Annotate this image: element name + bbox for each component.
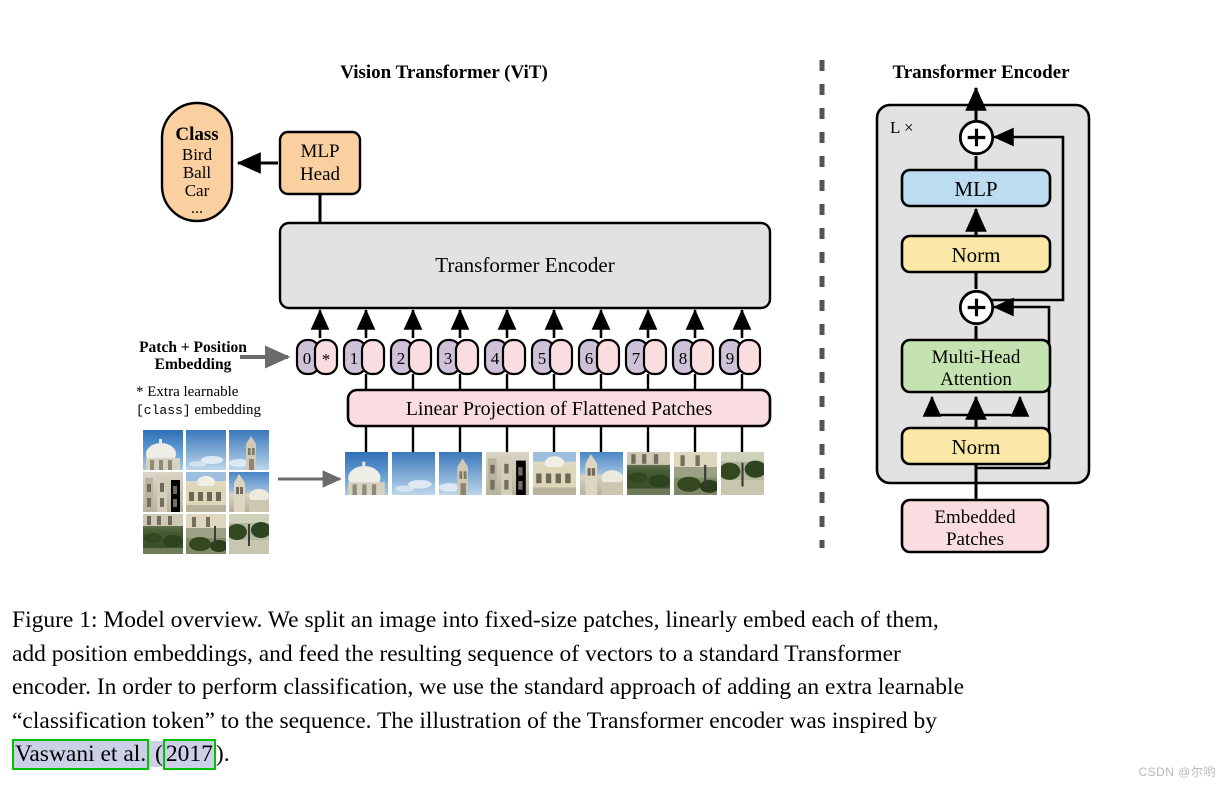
- token-2-number: 2: [397, 349, 406, 368]
- vit-transformer-encoder-box: Transformer Encoder: [278, 221, 772, 310]
- class-item-3: ...: [191, 200, 203, 217]
- embedded-patches-block: Embedded Patches: [900, 498, 1050, 554]
- token-0-number: 0: [303, 349, 312, 368]
- token-8-number: 8: [679, 349, 688, 368]
- token-4-number: 4: [491, 349, 500, 368]
- token-1-number: 1: [350, 349, 359, 368]
- mlp-block-label: MLP: [954, 177, 997, 201]
- source-patch: [143, 430, 183, 470]
- class-item-0: Bird: [182, 145, 213, 164]
- mlp-block: MLP: [900, 168, 1052, 208]
- encoder-repeat-label: L ×: [890, 118, 914, 137]
- caption-line-2: add position embeddings, and feed the re…: [12, 640, 901, 667]
- patch-strip-item: [392, 452, 435, 495]
- citation-author-link[interactable]: Vaswani et al.: [12, 739, 150, 770]
- token-embeddings-row: 0 * 1 2 3 4 5 6 7 8 9: [295, 338, 762, 376]
- mlp-head-box: MLP Head: [278, 130, 362, 196]
- attention-label-line2: Attention: [940, 369, 1012, 390]
- token-7-number: 7: [632, 349, 641, 368]
- footnote-line2: [class] embedding: [136, 402, 262, 418]
- token-3: 3: [436, 338, 480, 376]
- source-image-grid: [143, 430, 269, 554]
- class-output-box: Class Bird Ball Car ...: [160, 101, 234, 223]
- patch-strip-item: [580, 452, 623, 495]
- token-9-number: 9: [726, 349, 735, 368]
- patch-strip-item: [533, 452, 576, 495]
- citation-close-paren: ).: [215, 741, 230, 767]
- citation-open-paren: (: [149, 741, 163, 767]
- patch-strip-item: [674, 452, 717, 495]
- vit-encoder-label: Transformer Encoder: [435, 253, 614, 277]
- embedding-label-line2: Embedding: [155, 356, 232, 373]
- class-item-2: Car: [185, 181, 210, 200]
- add-node-bottom: [958, 289, 995, 326]
- norm-bottom-label: Norm: [952, 435, 1001, 459]
- token-8: 8: [671, 338, 715, 376]
- token-1: 1: [342, 338, 386, 376]
- embedding-label-line1: Patch + Position: [139, 339, 247, 356]
- embedded-patches-line1: Embedded: [934, 507, 1016, 528]
- mlp-head-line1: MLP: [300, 141, 339, 162]
- linear-projection-label: Linear Projection of Flattened Patches: [406, 398, 713, 420]
- token-3-number: 3: [444, 349, 453, 368]
- csdn-watermark: CSDN @尔哟: [1138, 765, 1216, 779]
- multi-head-attention-block: Multi-Head Attention: [900, 338, 1052, 394]
- source-patch: [186, 514, 226, 554]
- token-6-number: 6: [585, 349, 594, 368]
- token-5: 5: [530, 338, 574, 376]
- caption-line-1: Figure 1: Model overview. We split an im…: [12, 607, 939, 633]
- source-patch: [143, 472, 183, 512]
- patch-strip-item: [345, 452, 388, 495]
- token-2: 2: [389, 338, 433, 376]
- flattened-patch-strip: [345, 452, 764, 495]
- token-7: 7: [624, 338, 668, 376]
- source-patch: [143, 514, 183, 554]
- source-patch: [229, 472, 269, 512]
- figure-caption: Figure 1: Model overview. We split an im…: [12, 604, 1210, 772]
- token-5-number: 5: [538, 349, 547, 368]
- class-box-heading: Class: [175, 124, 218, 145]
- linear-projection-box: Linear Projection of Flattened Patches: [346, 388, 772, 428]
- add-node-top: [958, 119, 995, 156]
- footnote-line1: * Extra learnable: [136, 384, 239, 400]
- diagram-canvas: Class Bird Ball Car ... MLP Head Transfo…: [136, 60, 1091, 554]
- token-4: 4: [483, 338, 527, 376]
- norm-top-label: Norm: [952, 243, 1001, 267]
- mlp-head-line2: Head: [300, 164, 341, 185]
- source-patch: [229, 514, 269, 554]
- norm-top-block: Norm: [900, 234, 1052, 274]
- norm-bottom-block: Norm: [900, 426, 1052, 466]
- token-0: 0 *: [295, 338, 339, 376]
- source-patch: [186, 472, 226, 512]
- patch-strip-item: [486, 452, 529, 495]
- caption-line-4: “classification token” to the sequence. …: [12, 707, 937, 734]
- patch-strip-item: [721, 452, 764, 495]
- citation-year-link[interactable]: 2017: [162, 739, 216, 770]
- source-patch: [186, 430, 226, 470]
- attention-label-line1: Multi-Head: [932, 347, 1021, 368]
- class-item-1: Ball: [183, 163, 212, 182]
- source-patch: [229, 430, 269, 470]
- patch-to-projection-lines: [364, 426, 744, 452]
- token-to-encoder-arrows: [310, 308, 752, 338]
- vit-figure: Vision Transformer (ViT) Transformer Enc…: [0, 0, 1226, 786]
- projection-to-token-lines: [364, 374, 744, 390]
- caption-line-5: Vaswani et al. (2017).: [12, 738, 1210, 772]
- patch-strip-item: [627, 452, 670, 495]
- patch-strip-item: [439, 452, 482, 495]
- caption-line-3: encoder. In order to perform classificat…: [12, 674, 965, 700]
- token-0-extra: *: [322, 350, 331, 369]
- token-9: 9: [718, 338, 762, 376]
- embedded-patches-line2: Patches: [946, 529, 1004, 550]
- token-6: 6: [577, 338, 621, 376]
